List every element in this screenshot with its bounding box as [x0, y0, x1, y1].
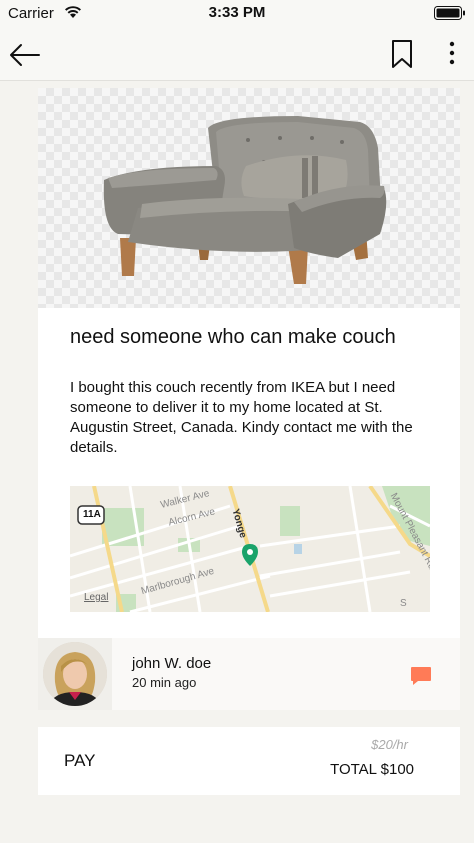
status-bar: Carrier 3:33 PM [0, 0, 474, 28]
author-row: john W. doe 20 min ago [38, 638, 460, 710]
avatar-container [38, 638, 112, 710]
map-graphic [70, 486, 430, 612]
bookmark-icon[interactable] [389, 39, 415, 69]
back-arrow-icon[interactable] [8, 41, 42, 69]
post-description: I bought this couch recently from IKEA b… [70, 379, 413, 456]
nav-bar [0, 28, 474, 81]
product-image [38, 88, 460, 308]
map-legal-link[interactable]: Legal [84, 592, 108, 603]
chat-bubble-icon[interactable] [410, 666, 432, 686]
couch-illustration [103, 116, 387, 284]
route-badge-label: 11A [83, 509, 101, 520]
author-name: john W. doe [132, 655, 212, 672]
post-timestamp: 20 min ago [132, 675, 197, 690]
post-card: need someone who can make couch I bought… [38, 88, 460, 710]
map-street-s-label: S [400, 598, 407, 609]
post-title: need someone who can make couch [70, 326, 396, 348]
payment-card[interactable]: PAY $20/hr TOTAL $100 [38, 727, 460, 795]
location-map[interactable]: 11A Walker Ave Alcorn Ave Yonge Marlboro… [70, 486, 430, 612]
pay-total: TOTAL $100 [330, 761, 414, 778]
more-vertical-icon[interactable] [440, 39, 464, 69]
status-time: 3:33 PM [208, 4, 266, 21]
pay-rate: $20/hr [371, 737, 408, 752]
avatar[interactable] [43, 642, 107, 706]
battery-icon [434, 6, 465, 20]
pay-label[interactable]: PAY [64, 751, 96, 771]
